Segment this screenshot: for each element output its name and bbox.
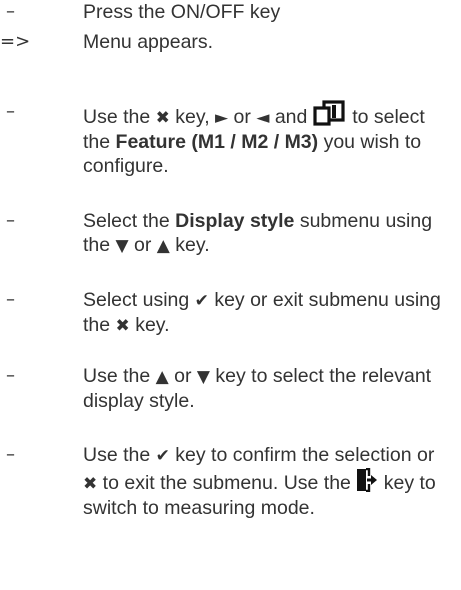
step-5-text: Use the ▲ or ▼ key to select the relevan…	[83, 364, 453, 413]
step-3-marker: –	[6, 210, 15, 231]
step-4-text-a: Select using	[83, 289, 190, 311]
step-3-display-style-label: Display style	[175, 210, 295, 232]
step-2-feature-label: Feature (M1 / M2 / M3)	[115, 131, 319, 153]
copy-pages-icon	[313, 100, 345, 126]
close-key-icon: ✖	[115, 316, 130, 336]
close-key-icon: ✖	[155, 108, 170, 128]
step-3-text-c: or	[134, 234, 152, 256]
step-6-text-c: to exit the submenu. Use the	[102, 472, 351, 494]
step-result-marker: =>	[0, 31, 31, 52]
left-arrow-key-icon: ◄	[256, 108, 270, 128]
step-6-marker: –	[6, 444, 15, 465]
step-5-text-b: or	[174, 365, 192, 387]
up-arrow-key-icon: ▲	[155, 367, 169, 387]
up-arrow-key-icon: ▲	[156, 236, 170, 256]
step-2-marker: –	[6, 101, 15, 122]
right-arrow-key-icon: ►	[215, 108, 229, 128]
step-3-text: Select the Display style submenu using t…	[83, 209, 453, 258]
step-4-marker: –	[6, 289, 15, 310]
manual-page: – Press the ON/OFF key => Menu appears. …	[0, 0, 461, 590]
step-2-text-d: and	[274, 106, 308, 128]
step-1-marker: –	[6, 1, 15, 22]
down-arrow-key-icon: ▼	[196, 367, 210, 387]
close-key-icon: ✖	[83, 474, 98, 494]
step-3-text-d: key.	[175, 234, 210, 256]
step-6-text-a: Use the	[83, 444, 151, 466]
step-2-text-b: key,	[175, 106, 210, 128]
step-2-text: Use the ✖ key, ► or ◄ and to select the …	[83, 100, 453, 178]
step-6-text-b: key to confirm the selection or	[175, 444, 435, 466]
step-result-text: Menu appears.	[83, 31, 214, 53]
step-4-text-c: key.	[135, 314, 170, 336]
step-5-marker: –	[6, 365, 15, 386]
check-key-icon: ✔	[155, 446, 170, 466]
step-6-text: Use the ✔ key to confirm the selection o…	[83, 443, 453, 520]
step-4-text: Select using ✔ key or exit submenu using…	[83, 288, 453, 338]
down-arrow-key-icon: ▼	[115, 236, 129, 256]
step-2-text-c: or	[233, 106, 251, 128]
step-5-text-a: Use the	[83, 365, 151, 387]
exit-door-icon	[357, 468, 378, 492]
step-3-text-a: Select the	[83, 210, 170, 232]
step-1-text: Press the ON/OFF key	[83, 1, 281, 23]
step-2-text-a: Use the	[83, 106, 151, 128]
check-key-icon: ✔	[194, 291, 209, 311]
